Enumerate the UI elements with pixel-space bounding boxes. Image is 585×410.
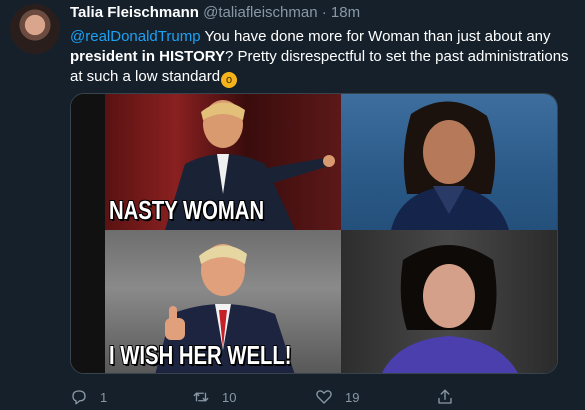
like-button[interactable]: 19 bbox=[315, 386, 359, 408]
tweet-actions: 1 10 19 bbox=[70, 386, 575, 408]
avatar[interactable] bbox=[10, 4, 60, 54]
retweet-count: 10 bbox=[222, 389, 237, 405]
woman-portrait-figure bbox=[391, 101, 509, 230]
astonished-face-emoji-icon: o bbox=[221, 72, 238, 88]
tweet-text-bold: president in HISTORY bbox=[70, 48, 226, 65]
share-icon bbox=[438, 389, 452, 404]
share-button[interactable] bbox=[436, 386, 454, 408]
reply-count: 1 bbox=[100, 389, 108, 405]
image-panel-bottom-right bbox=[341, 230, 557, 373]
mention-link[interactable]: @realDonaldTrump bbox=[70, 28, 201, 45]
retweet-icon bbox=[193, 392, 209, 402]
image-border bbox=[71, 94, 105, 373]
timestamp[interactable]: 18m bbox=[331, 4, 360, 21]
reply-button[interactable]: 1 bbox=[70, 386, 107, 408]
like-count: 19 bbox=[345, 389, 360, 405]
caption-i-wish-her-well: I WISH HER WELL! bbox=[109, 340, 292, 370]
tweet-text-part1: You have done more for Woman than just a… bbox=[200, 28, 551, 45]
tweet-text: @realDonaldTrump You have done more for … bbox=[70, 27, 575, 88]
display-name[interactable]: Talia Fleischmann bbox=[70, 4, 199, 21]
retweet-button[interactable]: 10 bbox=[192, 386, 236, 408]
image-panel-top-left: NASTY WOMAN bbox=[105, 94, 341, 230]
woman-portrait-figure bbox=[382, 245, 518, 373]
caption-nasty-woman: NASTY WOMAN bbox=[109, 195, 265, 225]
tweet-header: Talia Fleischmann @taliafleischman · 18m bbox=[70, 4, 360, 21]
separator-dot: · bbox=[321, 4, 327, 21]
heart-icon bbox=[316, 390, 332, 404]
reply-icon bbox=[72, 390, 86, 405]
user-handle[interactable]: @taliafleischman bbox=[203, 4, 317, 21]
tweet-media-image[interactable]: NASTY WOMAN I WISH HER WELL! bbox=[70, 93, 558, 374]
image-panel-top-right bbox=[341, 94, 557, 230]
image-panel-bottom-left: I WISH HER WELL! bbox=[105, 230, 341, 373]
tweet[interactable]: Talia Fleischmann @taliafleischman · 18m… bbox=[0, 0, 585, 410]
